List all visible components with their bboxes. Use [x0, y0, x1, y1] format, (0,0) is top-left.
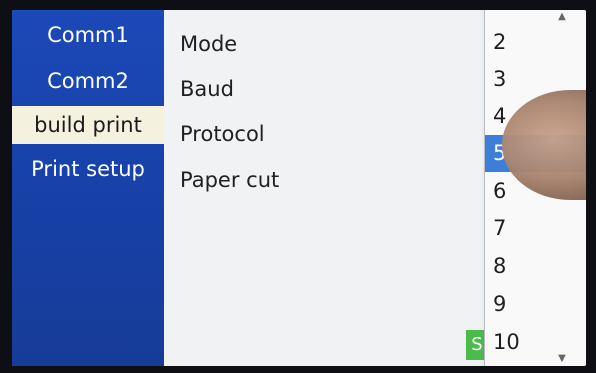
settings-panel: Mode Baud Protocol Paper cut S ▲ 2 3 4 5… [164, 10, 586, 366]
baud-label: Baud [180, 77, 234, 101]
dropdown-option[interactable]: 10 [485, 324, 586, 361]
dropdown-option[interactable]: 2 [485, 24, 586, 61]
paper-cut-label: Paper cut [180, 168, 280, 192]
dropdown-option[interactable]: 9 [485, 286, 586, 323]
sidebar-item-build-print[interactable]: build print [12, 106, 164, 144]
sidebar-item-print-setup[interactable]: Print setup [12, 150, 164, 188]
mode-label: Mode [180, 32, 238, 56]
list-scroll-down-icon[interactable]: ▼ [557, 354, 567, 364]
sidebar-item-comm1[interactable]: Comm1 [12, 16, 164, 54]
protocol-label: Protocol [180, 122, 265, 146]
dropdown-option[interactable]: 8 [485, 248, 586, 285]
touch-screen: Comm1 Comm2 build print Print setup Mode… [12, 10, 586, 366]
list-scroll-up-icon[interactable]: ▲ [557, 12, 567, 22]
sidebar-item-comm2[interactable]: Comm2 [12, 62, 164, 100]
sidebar: Comm1 Comm2 build print Print setup [12, 10, 164, 366]
dropdown-option[interactable]: 7 [485, 210, 586, 247]
